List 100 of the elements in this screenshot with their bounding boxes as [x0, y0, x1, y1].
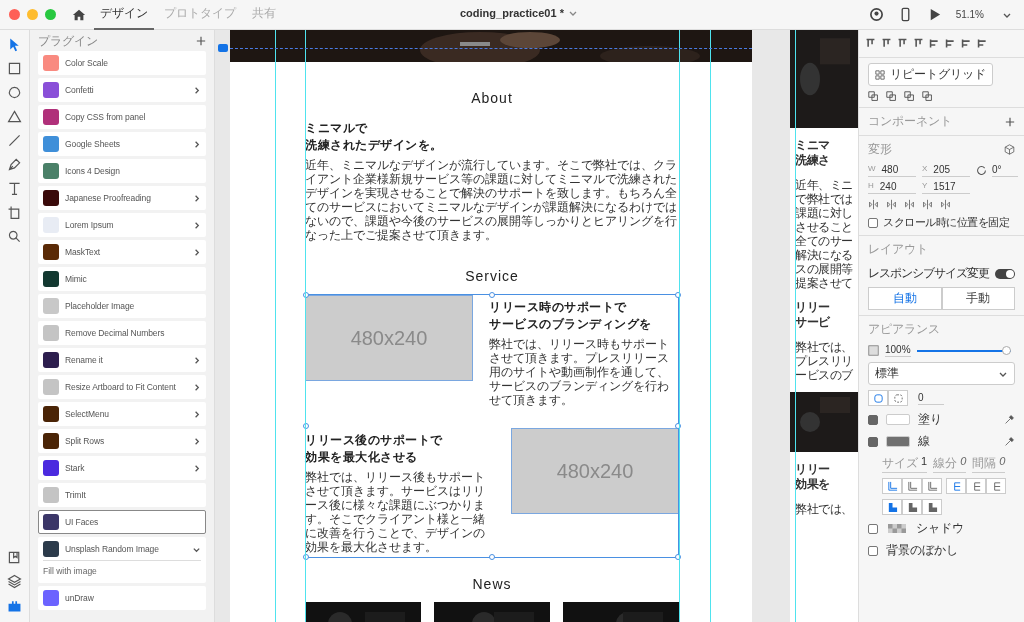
- checkbox[interactable]: [868, 414, 878, 425]
- segment-button[interactable]: 自動: [868, 287, 942, 310]
- chevron-right-icon[interactable]: [192, 247, 201, 257]
- toggle-switch[interactable]: [995, 268, 1015, 279]
- plugin-name: unDraw: [65, 593, 95, 603]
- union-icon[interactable]: [868, 91, 879, 102]
- opacity-field[interactable]: 100%: [885, 343, 911, 357]
- plugin-name: Stark: [65, 463, 86, 473]
- resize-handle[interactable]: [489, 292, 495, 298]
- number-field[interactable]: W 480: [868, 163, 916, 177]
- plugin-item[interactable]: Icons 4 Design: [38, 159, 206, 183]
- stroke-join-button[interactable]: [922, 499, 942, 515]
- close-button[interactable]: [9, 9, 20, 20]
- rotation-field[interactable]: 0°: [992, 163, 1018, 177]
- pen-tool-icon[interactable]: [6, 156, 23, 173]
- chevron-right-icon[interactable]: [192, 463, 201, 473]
- plugin-item[interactable]: unDraw: [38, 586, 206, 610]
- align-middle-icon[interactable]: [881, 38, 892, 49]
- stroke-join-button[interactable]: [882, 499, 902, 515]
- repeat-grid-button[interactable]: リピートグリッド: [868, 63, 993, 86]
- triangle-tool-icon[interactable]: [6, 108, 23, 125]
- number-field[interactable]: H 240: [868, 180, 916, 194]
- stroke-cap-button[interactable]: [986, 478, 1006, 494]
- plugin-item[interactable]: Copy CSS from panel: [38, 105, 206, 129]
- plugin-item[interactable]: Split Rows: [38, 429, 206, 453]
- plus-icon[interactable]: [1005, 116, 1015, 127]
- align-right-icon[interactable]: [961, 38, 972, 49]
- chevron-right-icon[interactable]: [192, 382, 201, 392]
- panel-title: プラグイン: [38, 32, 98, 50]
- search-icon[interactable]: [6, 228, 23, 245]
- plugin-item[interactable]: UI Faces: [38, 510, 206, 534]
- align-top-icon[interactable]: [865, 38, 876, 49]
- chevron-right-icon[interactable]: [192, 139, 201, 149]
- chevron-right-icon[interactable]: [192, 355, 201, 365]
- chevron-right-icon[interactable]: [192, 436, 201, 446]
- home-icon[interactable]: [72, 7, 86, 22]
- checkbox[interactable]: [868, 523, 878, 534]
- plus-icon[interactable]: [196, 36, 206, 46]
- stroke-position-button[interactable]: [922, 478, 942, 494]
- layers-icon[interactable]: [6, 573, 23, 590]
- plugin-item[interactable]: Lorem Ipsum: [38, 213, 206, 237]
- stroke-position-button[interactable]: [882, 478, 902, 494]
- stroke-position-button[interactable]: [902, 478, 922, 494]
- body-text: で弊社では: [795, 192, 854, 206]
- ellipse-tool-icon[interactable]: [6, 84, 23, 101]
- zoom-dropdown[interactable]: 51.1%: [955, 9, 984, 20]
- section-title: Service: [464, 268, 520, 284]
- opacity-slider[interactable]: [917, 345, 1011, 355]
- plugin-item[interactable]: Stark: [38, 456, 206, 480]
- number-field[interactable]: Y 1517: [922, 180, 970, 194]
- chevron-right-icon[interactable]: [192, 193, 201, 203]
- line-tool-icon[interactable]: [6, 132, 23, 149]
- segment-button[interactable]: 手動: [941, 287, 1015, 310]
- plugin-item[interactable]: Unsplash Random Image Fill with image: [38, 537, 206, 583]
- section-title: 変形: [868, 141, 892, 158]
- corner-radius-field[interactable]: 0: [918, 391, 944, 405]
- checkbox[interactable]: [868, 436, 878, 447]
- align-left-icon[interactable]: [929, 38, 940, 49]
- plugin-item[interactable]: Remove Decimal Numbers: [38, 321, 206, 345]
- heading-line: サービ: [795, 315, 831, 330]
- cube-icon[interactable]: [1004, 144, 1015, 155]
- chevron-right-icon[interactable]: [192, 85, 201, 95]
- guide-marker[interactable]: [218, 44, 228, 52]
- align-center-icon[interactable]: [945, 38, 956, 49]
- resize-handle[interactable]: [489, 554, 495, 560]
- number-field[interactable]: X 205: [922, 163, 970, 177]
- plugin-item[interactable]: TrimIt: [38, 483, 206, 507]
- plugin-command[interactable]: Fill with image: [43, 560, 201, 582]
- plugin-item[interactable]: Confetti: [38, 78, 206, 102]
- stroke-field[interactable]: サイズ 1: [882, 455, 928, 473]
- plugin-item[interactable]: Color Scale: [38, 51, 206, 75]
- plugin-name: Rename it: [65, 355, 104, 365]
- slider-thumb[interactable]: [1002, 345, 1011, 355]
- chevron-right-icon[interactable]: [192, 409, 201, 419]
- stroke-cap-button[interactable]: [946, 478, 966, 494]
- plugin-item[interactable]: Resize Artboard to Fit Content: [38, 375, 206, 399]
- stroke-field[interactable]: 間隔 0: [972, 455, 1006, 473]
- plugin-item[interactable]: SelectMenu: [38, 402, 206, 426]
- plugin-item[interactable]: Japanese Proofreading: [38, 186, 206, 210]
- plugin-item[interactable]: Placeholder Image: [38, 294, 206, 318]
- stroke-cap-button[interactable]: [966, 478, 986, 494]
- align-bottom-icon[interactable]: [897, 38, 908, 49]
- blend-mode-dropdown[interactable]: 標準: [868, 362, 1015, 385]
- plugin-item[interactable]: Mimic: [38, 267, 206, 291]
- plugin-item[interactable]: Rename it: [38, 348, 206, 372]
- eyedropper-icon[interactable]: [1004, 414, 1015, 425]
- checkbox[interactable]: [868, 545, 878, 556]
- section-title: About: [470, 90, 514, 106]
- stroke-join-button[interactable]: [902, 499, 922, 515]
- color-swatch[interactable]: [886, 414, 910, 425]
- eyedropper-icon[interactable]: [1004, 436, 1015, 447]
- section-title: News: [471, 576, 513, 592]
- rectangle-tool-icon[interactable]: [6, 60, 23, 77]
- plugin-item[interactable]: MaskText: [38, 240, 206, 264]
- color-swatch[interactable]: [886, 436, 910, 447]
- text-tool-icon[interactable]: [6, 180, 23, 197]
- stroke-field[interactable]: 線分 0: [933, 455, 967, 473]
- chevron-right-icon[interactable]: [192, 220, 201, 230]
- flip-horizontal-icon[interactable]: [868, 199, 879, 210]
- plugin-item[interactable]: Google Sheets: [38, 132, 206, 156]
